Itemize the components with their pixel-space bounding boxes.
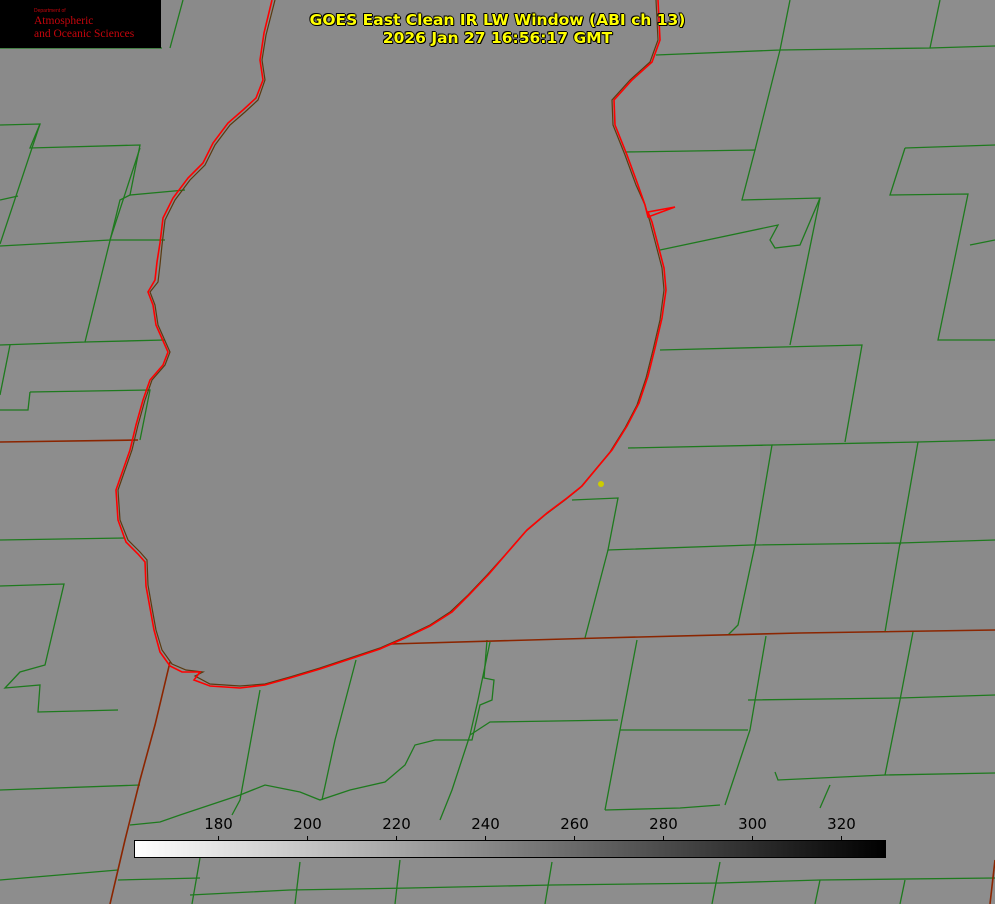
colorbar-tick-label: 220 (382, 815, 411, 833)
colorbar-tick-label: 260 (560, 815, 589, 833)
station-marker (598, 481, 604, 487)
logo-text: Department of Atmospheric and Oceanic Sc… (34, 8, 134, 41)
colorbar-tick-label: 180 (204, 815, 233, 833)
uw-aos-logo: Department of Atmospheric and Oceanic Sc… (0, 0, 161, 48)
colorbar-tick-label: 240 (471, 815, 500, 833)
colorbar-tick-label: 200 (293, 815, 322, 833)
colorbar-tick-label: 320 (827, 815, 856, 833)
temperature-colorbar (134, 840, 886, 858)
logo-line2: and Oceanic Sciences (34, 27, 135, 40)
colorbar-tick-label: 280 (649, 815, 678, 833)
logo-line1: Atmospheric (34, 14, 94, 27)
satellite-map: W (0, 0, 995, 904)
colorbar-tick-label: 300 (738, 815, 767, 833)
logo-small-text: Department of (34, 7, 66, 14)
